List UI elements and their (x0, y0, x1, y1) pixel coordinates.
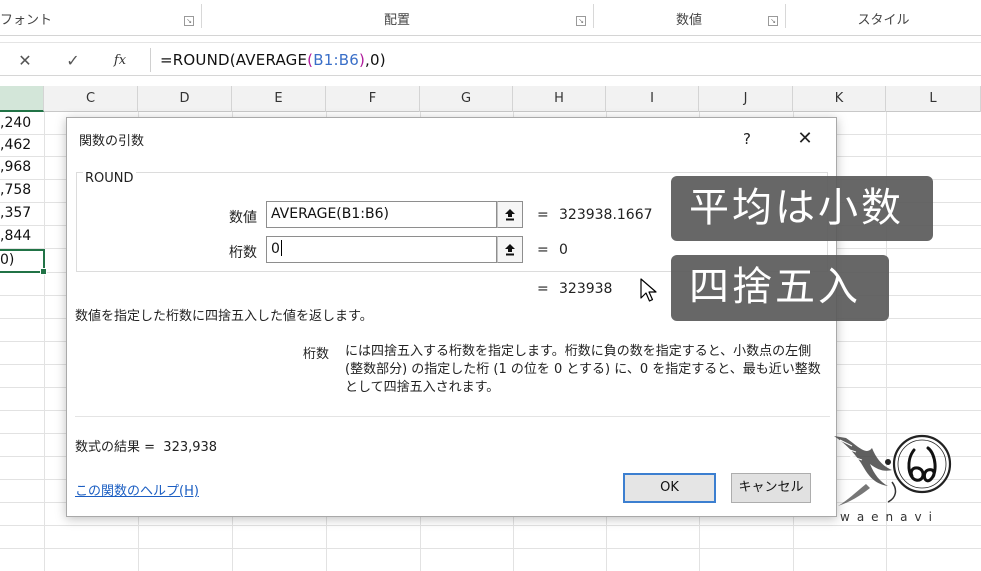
formula-prefix: =ROUND(AVERAGE (160, 51, 308, 69)
column-header-e[interactable]: E (232, 86, 326, 112)
arg-number-collapse-button[interactable] (497, 201, 523, 228)
column-header-l[interactable]: L (886, 86, 981, 112)
formula-range-ref: B1:B6 (313, 51, 359, 69)
arg-number-eval-value: 323938.1667 (559, 207, 653, 223)
arg-number-eval-eq: = (537, 207, 549, 223)
arg-digits-evaluation: = 0 (537, 242, 568, 258)
ribbon-group-number-label: 数値 (675, 12, 702, 28)
column-header-h[interactable]: H (513, 86, 606, 112)
function-result-eq: = (537, 281, 549, 297)
arg-number-label: 数値 (229, 210, 257, 226)
grid-column-line (44, 112, 45, 571)
waenavi-logo-text: waenavi (840, 510, 939, 524)
function-help-link[interactable]: この関数のヘルプ(H) (75, 480, 199, 499)
arg-number-value: AVERAGE(B1:B6) (271, 206, 389, 222)
dialog-divider (75, 416, 830, 417)
arg-digits-eval-value: 0 (559, 242, 568, 258)
ribbon-group-styles-label: スタイル (857, 12, 910, 28)
formula-result: 数式の結果 = 323,938 (75, 436, 217, 455)
number-dialog-launcher-icon[interactable]: ↘ (768, 16, 778, 26)
active-cell-border (0, 249, 47, 275)
alignment-dialog-launcher-icon[interactable]: ↘ (576, 16, 586, 26)
function-result-preview: = 323938 (537, 281, 612, 297)
arg-description-text: には四捨五入する桁数を指定します。桁数に負の数を指定すると、小数点の左側 (整数… (345, 344, 821, 395)
column-header-k[interactable]: K (793, 86, 886, 112)
arg-number-evaluation: = 323938.1667 (537, 207, 653, 223)
arg-number-input[interactable]: AVERAGE(B1:B6) (266, 201, 497, 228)
ribbon-group-alignment: 配置 ↘ (202, 0, 592, 36)
cell-b1-value[interactable]: ,240 (0, 113, 44, 134)
overlay-caption-rounding: 四捨五入 (671, 255, 889, 321)
formula-result-value: 323,938 (163, 440, 218, 455)
ribbon-group-alignment-label: 配置 (383, 12, 410, 28)
collapse-dialog-icon (505, 209, 515, 221)
formula-bar: ✕ ✓ fx =ROUND(AVERAGE(B1:B6),0) (0, 42, 981, 76)
formula-result-label: 数式の結果 = (75, 440, 156, 455)
waenavi-logo-icon (834, 434, 952, 506)
formula-input[interactable]: =ROUND(AVERAGE(B1:B6),0) (160, 49, 386, 71)
cell-b3-value[interactable]: ,968 (0, 157, 44, 178)
text-caret (280, 240, 282, 256)
grid-row-line (0, 525, 981, 526)
column-header-c[interactable]: C (44, 86, 138, 112)
cell-b6-value[interactable]: ,844 (0, 226, 44, 247)
arg-digits-eval-eq: = (537, 242, 549, 258)
column-header-i[interactable]: I (606, 86, 699, 112)
font-dialog-launcher-icon[interactable]: ↘ (184, 16, 194, 26)
function-name: ROUND (83, 171, 136, 186)
ribbon-group-styles: スタイル (786, 0, 981, 36)
arg-digits-label: 桁数 (229, 245, 257, 261)
column-header-d[interactable]: D (138, 86, 232, 112)
formula-suffix: ,0) (365, 51, 386, 69)
arg-digits-value: 0 (271, 241, 280, 257)
ribbon-group-font-label: フォント (0, 12, 53, 28)
cell-b2-value[interactable]: ,462 (0, 135, 44, 156)
arg-digits-collapse-button[interactable] (497, 236, 523, 263)
arg-digits-input[interactable]: 0 (266, 236, 497, 263)
column-header-g[interactable]: G (420, 86, 513, 112)
column-header-row: C D E F G H I J K L (0, 86, 981, 112)
column-header-b[interactable] (0, 86, 44, 112)
grid-row-line (0, 548, 981, 549)
ribbon-group-font: フォント ↘ (0, 0, 200, 36)
arg-description-label: 桁数 (303, 347, 330, 362)
column-header-f[interactable]: F (326, 86, 420, 112)
dialog-close-icon[interactable]: ✕ (787, 124, 823, 154)
column-header-j[interactable]: J (699, 86, 793, 112)
mouse-pointer-icon (640, 278, 657, 302)
cancel-entry-icon[interactable]: ✕ (10, 47, 40, 73)
dialog-help-icon[interactable]: ? (732, 124, 762, 154)
overlay-caption-average-decimal: 平均は小数 (671, 176, 933, 241)
formula-bar-separator (150, 48, 151, 72)
insert-function-icon[interactable]: fx (105, 47, 135, 73)
dialog-title: 関数の引数 (79, 134, 145, 149)
cell-b5-value[interactable]: ,357 (0, 203, 44, 224)
enter-entry-icon[interactable]: ✓ (58, 47, 88, 73)
function-result-value: 323938 (559, 281, 613, 297)
cancel-button[interactable]: キャンセル (731, 473, 811, 503)
ribbon-group-number: 数値 ↘ (594, 0, 784, 36)
collapse-dialog-icon (505, 244, 515, 256)
function-description: 数値を指定した桁数に四捨五入した値を返します。 (75, 309, 373, 324)
cell-b4-value[interactable]: ,758 (0, 180, 44, 201)
ribbon-group-labels: フォント ↘ 配置 ↘ 数値 ↘ スタイル (0, 0, 981, 36)
ok-button[interactable]: OK (623, 473, 716, 503)
